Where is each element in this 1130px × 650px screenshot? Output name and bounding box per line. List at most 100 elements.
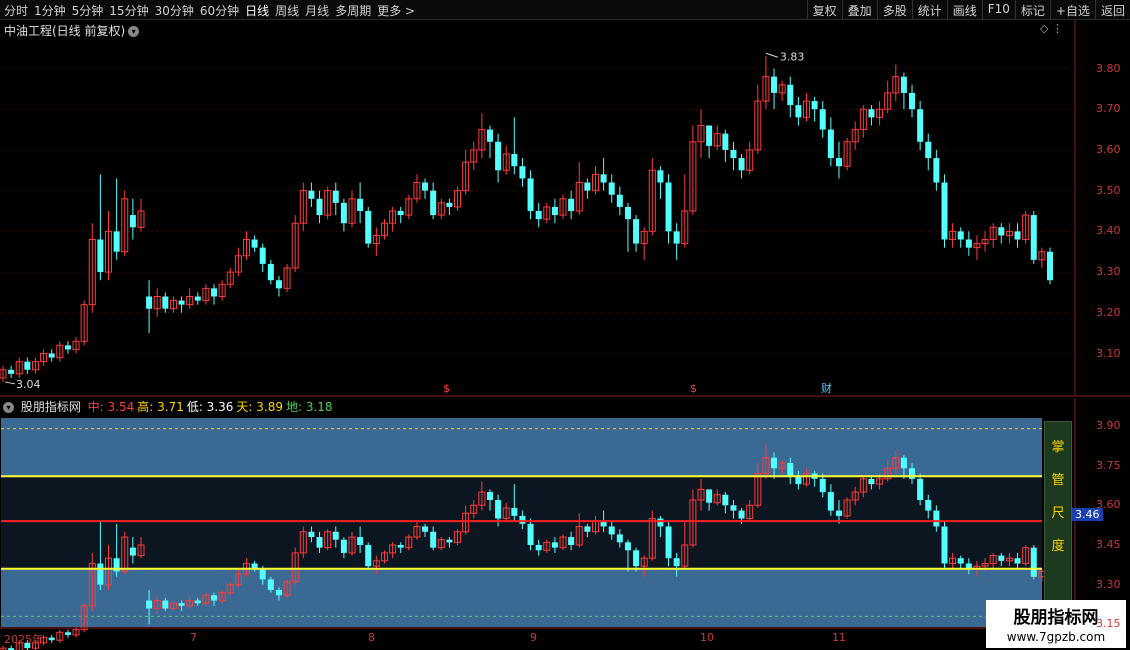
main-candle — [357, 198, 364, 211]
sub-candle — [616, 534, 623, 543]
period-tab[interactable]: 月线 — [305, 4, 329, 18]
chevron-down-icon[interactable]: ▾ — [3, 402, 14, 413]
period-tab[interactable]: 日线 — [245, 4, 269, 18]
sub-candle — [97, 563, 104, 585]
period-tab[interactable]: 多周期 — [335, 4, 371, 18]
main-candle — [332, 190, 339, 203]
event-marker: $ — [443, 382, 450, 395]
sub-candle — [72, 629, 80, 636]
toolbar-action-button[interactable]: 叠加 — [841, 0, 877, 19]
gauge-char: 掌 — [1051, 440, 1065, 455]
sub-candle — [568, 537, 575, 545]
date-tick: 8 — [368, 631, 375, 644]
main-candle — [178, 300, 185, 305]
main-candle — [372, 234, 380, 245]
main-candle — [413, 182, 421, 200]
main-candle — [162, 296, 169, 309]
sub-candle — [884, 467, 892, 480]
toolbar-action-button[interactable]: +自选 — [1049, 0, 1095, 19]
sub-candle — [105, 557, 113, 586]
chevron-down-icon[interactable]: ▾ — [128, 26, 140, 37]
toolbar-action-button[interactable]: F10 — [981, 0, 1015, 19]
period-tab[interactable]: 30分钟 — [155, 4, 194, 18]
main-candle — [827, 129, 834, 159]
main-candle — [811, 101, 818, 110]
date-tick: 9 — [530, 631, 537, 644]
main-candle — [275, 280, 282, 289]
toolbar-action-button[interactable]: 复权 — [806, 0, 842, 19]
period-tab[interactable]: 60分钟 — [200, 4, 239, 18]
sub-candle — [949, 557, 957, 565]
main-candle — [308, 190, 315, 199]
period-tab[interactable]: 周线 — [275, 4, 299, 18]
sub-axis-tick: 3.90 — [1096, 418, 1121, 432]
period-tab[interactable]: 15分钟 — [109, 4, 148, 18]
main-candle — [486, 129, 493, 142]
main-candle — [397, 211, 404, 216]
sub-candle — [316, 537, 323, 548]
low-annotation-arrow — [4, 381, 16, 385]
main-candle — [713, 133, 721, 147]
watermark-url: www.7gpzb.com — [1006, 630, 1106, 644]
main-candle — [941, 182, 948, 240]
main-candle — [511, 154, 518, 167]
period-tab[interactable]: 5分钟 — [72, 4, 104, 18]
main-candle — [778, 84, 786, 94]
diamond-icon[interactable]: ◇ — [1040, 22, 1048, 35]
main-candle — [48, 353, 55, 358]
sub-candle — [673, 558, 680, 567]
sub-candle — [308, 531, 315, 538]
main-candle — [470, 149, 478, 163]
sub-candle — [925, 500, 932, 511]
main-candle — [437, 202, 445, 216]
sub-candle — [738, 510, 745, 519]
gauge-char: 尺 — [1051, 506, 1065, 521]
main-candle — [665, 182, 672, 232]
period-tab[interactable]: 1分钟 — [34, 4, 66, 18]
main-candle — [851, 129, 859, 143]
sub-candle — [129, 547, 136, 556]
main-candle — [998, 227, 1005, 236]
main-candle — [405, 198, 413, 216]
toolbar-action-button[interactable]: 画线 — [946, 0, 982, 19]
toolbar-action-button[interactable]: 统计 — [911, 0, 947, 19]
period-toolbar: 分时 1分钟 5分钟 15分钟 30分钟 60分钟 日线 周线 月线 多周期 更多 > 复权 叠加 多股… — [0, 0, 1130, 20]
main-candle — [843, 141, 851, 167]
toolbar-action-button[interactable]: 返回 — [1094, 0, 1130, 19]
period-tab[interactable]: 分时 — [4, 4, 28, 18]
sub-candle — [397, 544, 404, 548]
sub-candle — [137, 544, 145, 557]
price-axis-tick: 3.10 — [1096, 346, 1121, 360]
sub-candle — [551, 542, 558, 548]
sub-axis-tick: 3.15 — [1096, 617, 1121, 631]
main-candle — [259, 247, 266, 264]
main-candle — [600, 174, 607, 183]
stock-title: 中油工程(日线 前复权) — [4, 24, 126, 38]
sub-candle — [446, 539, 453, 543]
vertical-dots-icon[interactable]: ⋮ — [1052, 22, 1063, 35]
sub-candle — [234, 573, 242, 586]
period-tab[interactable]: 更多 > — [377, 4, 415, 18]
candlestick-chart[interactable]: 3.83 3.04 $ $ 财 — [0, 0, 1130, 650]
main-candle — [299, 190, 307, 224]
sub-candle — [787, 462, 794, 477]
main-candle — [527, 178, 534, 211]
sub-band — [1, 476, 1042, 569]
sub-candle — [811, 473, 818, 479]
main-candle — [575, 182, 583, 212]
toolbar-action-button[interactable]: 标记 — [1014, 0, 1050, 19]
main-candle — [892, 76, 900, 94]
sub-candle — [624, 542, 631, 551]
sub-candle — [502, 507, 510, 520]
sub-candle — [535, 544, 542, 551]
sub-candle — [153, 600, 161, 609]
sub-candle — [843, 499, 851, 517]
main-candle — [146, 296, 153, 309]
main-candle — [348, 198, 356, 224]
price-axis-tick: 3.60 — [1096, 142, 1121, 156]
toolbar-action-button[interactable]: 多股 — [876, 0, 912, 19]
sub-candle — [803, 473, 811, 485]
main-candle — [324, 190, 332, 216]
main-candle — [949, 230, 957, 241]
main-candle — [502, 153, 510, 171]
